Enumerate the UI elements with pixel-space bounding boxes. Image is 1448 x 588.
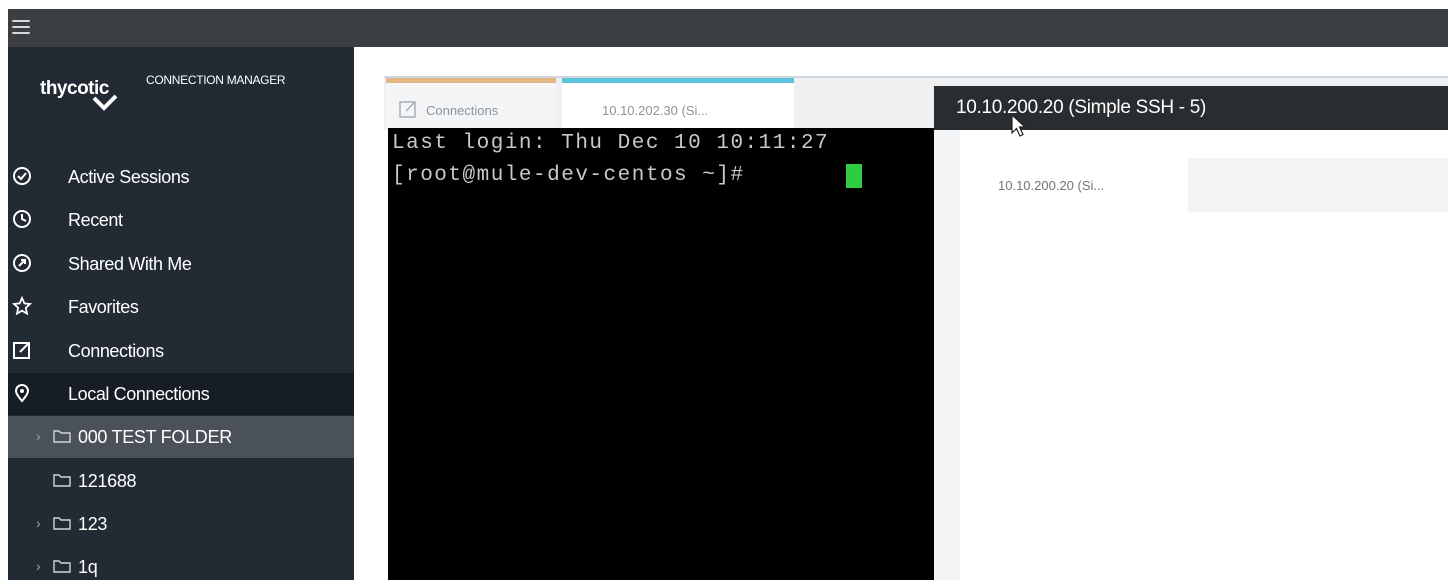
sidebar-item-label: Shared With Me <box>68 254 192 274</box>
sidebar-item-label: Connections <box>68 341 164 361</box>
popup-left-strip <box>934 130 960 580</box>
logo-check-icon <box>92 94 118 111</box>
chevron-right-icon[interactable]: › <box>36 428 41 444</box>
logo-subtitle: CONNECTION MANAGER <box>146 73 286 87</box>
tab-session-10-10-202-30[interactable]: 10.10.202.30 (Si... <box>562 78 794 128</box>
clock-icon <box>13 210 31 228</box>
folder-icon <box>53 560 71 573</box>
folder-label: 121688 <box>78 471 137 491</box>
sidebar-item-local-connections[interactable]: Local Connections <box>8 373 354 415</box>
tab-connections[interactable]: Connections <box>386 78 556 128</box>
sidebar-item-label: Active Sessions <box>68 167 190 187</box>
chevron-right-icon[interactable]: › <box>36 515 41 531</box>
sidebar-item-active-sessions[interactable]: Active Sessions <box>8 156 354 198</box>
tab-label: 10.10.202.30 (Si... <box>602 103 709 118</box>
sidebar-item-label: Local Connections <box>68 384 210 404</box>
edit-square-icon <box>13 342 30 359</box>
folder-item-121688[interactable]: 121688 <box>8 460 354 502</box>
mouse-pointer-icon <box>1011 114 1027 137</box>
sidebar-item-label: Recent <box>68 210 123 230</box>
terminal-cursor <box>846 164 862 188</box>
folder-label: 123 <box>78 514 108 534</box>
folder-icon <box>53 517 71 530</box>
terminal-line: [root@mule-dev-centos ~]# <box>392 164 759 187</box>
folder-item-000-test-folder[interactable]: › 000 TEST FOLDER <box>8 416 354 458</box>
folder-label: 1q <box>78 557 98 577</box>
shared-icon <box>13 254 31 272</box>
popup-tab-10-10-200-20[interactable]: 10.10.200.20 (Si... <box>960 158 1188 214</box>
top-bar <box>8 9 1448 47</box>
sidebar-item-favorites[interactable]: Favorites <box>8 286 354 328</box>
popup-title: 10.10.200.20 (Simple SSH - 5) <box>956 97 1207 118</box>
star-icon <box>12 296 32 316</box>
sidebar-item-shared-with-me[interactable]: Shared With Me <box>8 243 354 285</box>
hamburger-menu-icon[interactable] <box>12 20 30 36</box>
folder-icon <box>53 430 71 443</box>
folder-item-1q[interactable]: › 1q <box>8 546 354 588</box>
tab-label: 10.10.200.20 (Si... <box>998 178 1105 193</box>
check-circle-icon <box>13 167 31 185</box>
location-pin-icon <box>14 384 30 403</box>
folder-label: 000 TEST FOLDER <box>78 427 232 447</box>
chevron-right-icon[interactable]: › <box>36 558 41 574</box>
tab-label: Connections <box>426 103 499 118</box>
edit-square-icon <box>399 101 416 118</box>
terminal-line: Last login: Thu Dec 10 10:11:27 <box>392 132 830 155</box>
folder-item-123[interactable]: › 123 <box>8 503 354 545</box>
terminal-pane[interactable]: Last login: Thu Dec 10 10:11:27 [root@mu… <box>388 128 934 580</box>
sidebar-item-connections[interactable]: Connections <box>8 330 354 372</box>
folder-icon <box>53 474 71 487</box>
sidebar-item-label: Favorites <box>68 297 139 317</box>
sidebar-item-recent[interactable]: Recent <box>8 199 354 241</box>
